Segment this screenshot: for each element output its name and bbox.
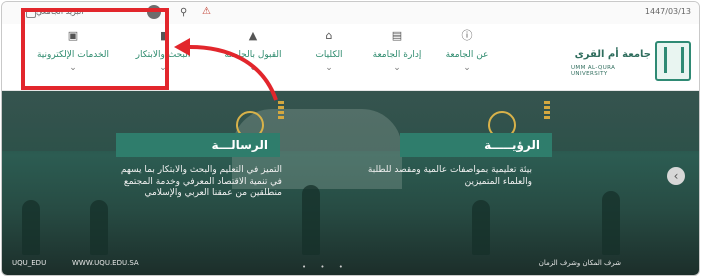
vision-text: بيئة تعليمية بمواصفات عالمية ومقصد للطلب…: [367, 165, 532, 187]
ornament: [544, 101, 550, 119]
slider-dots[interactable]: • • •: [302, 263, 349, 271]
nav-item-label: عن الجامعة: [445, 50, 489, 60]
building-icon: ⌂: [325, 29, 333, 42]
ornament: [278, 101, 284, 119]
chevron-down-icon: ⌄: [463, 63, 471, 73]
info-icon: ⓘ: [461, 29, 473, 42]
hero-banner: الرسالـــة التميز في التعليم والبحث والا…: [2, 91, 699, 275]
mission-title: الرسالـــة: [116, 133, 280, 157]
accessibility-icon[interactable]: ⚠: [202, 6, 211, 17]
palm-tree: [602, 191, 620, 255]
palm-tree: [90, 200, 108, 255]
website-link[interactable]: WWW.UQU.EDU.SA: [72, 259, 139, 267]
hero-footer: UQU_EDU WWW.UQU.EDU.SA • • • شرف المكان …: [2, 249, 699, 275]
slider-next-button[interactable]: ‹: [667, 167, 685, 185]
search-icon[interactable]: ⚲: [180, 7, 187, 18]
palm-tree: [472, 200, 490, 255]
palm-tree: [22, 200, 40, 255]
nav-item-about[interactable]: ⓘ عن الجامعة ⌄: [422, 29, 512, 74]
hijri-date: 1447/03/13: [644, 7, 691, 16]
logo-arabic-name: جامعة أم القرى: [574, 49, 651, 60]
social-handle[interactable]: UQU_EDU: [12, 259, 46, 267]
university-logo[interactable]: جامعة أم القرى UMM AL-QURA UNIVERSITY: [571, 41, 691, 81]
highlight-box: [21, 8, 169, 90]
logo-english-name: UMM AL-QURA UNIVERSITY: [571, 65, 616, 77]
document-icon: ▤: [391, 29, 403, 42]
palm-tree: [302, 185, 320, 255]
graduation-cap-icon: ▲: [248, 29, 258, 42]
mission-text: التميز في التعليم والبحث والابتكار بما ي…: [120, 165, 282, 198]
logo-mark: [655, 41, 691, 81]
vision-title: الرؤيـــــة: [400, 133, 552, 157]
hero-slogan: شرف المكان وشرف الزمان: [538, 259, 621, 267]
